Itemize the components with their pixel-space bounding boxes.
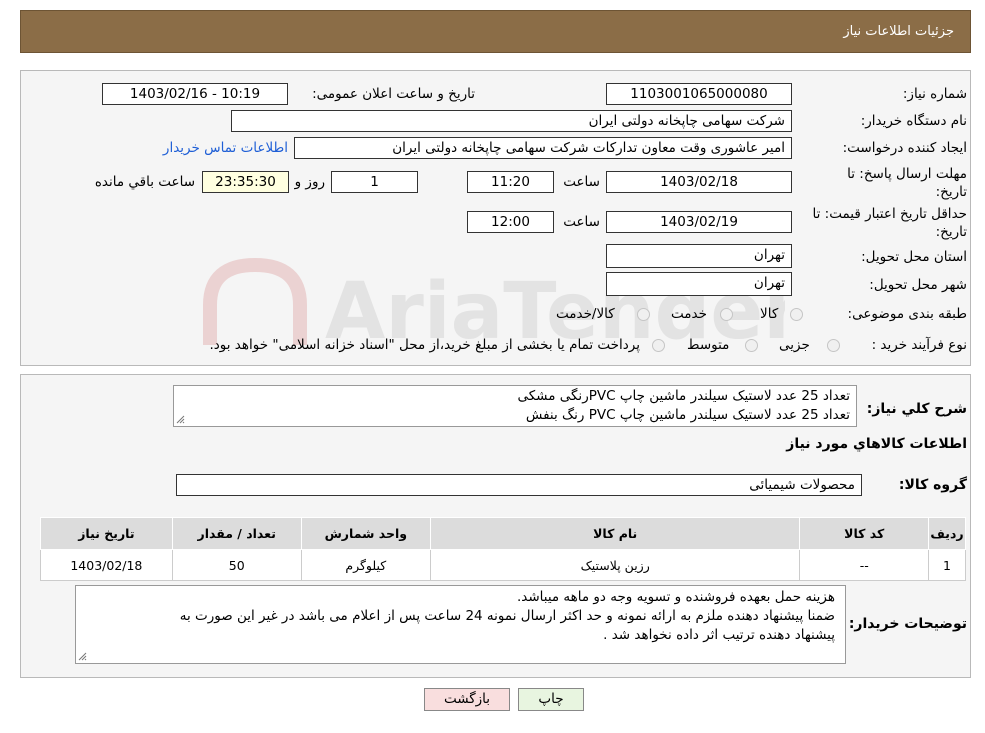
col-header-code: کد کالا [799,517,930,550]
buyer-notes-textarea[interactable]: هزینه حمل بعهده فروشنده و تسویه وجه دو م… [75,585,846,664]
price-validity-time-label: ساعت [563,214,600,230]
price-validity-date-field: 1403/02/19 [606,211,792,233]
purchase-radio-medium[interactable] [745,339,758,352]
reply-time-label: ساعت [563,174,600,190]
back-button[interactable]: بازگشت [424,688,510,711]
city-field: تهران [606,272,792,296]
price-validity-time-field: 12:00 [467,211,554,233]
category-option-service: خدمت [671,306,707,322]
page-title: جزئیات اطلاعات نیاز [843,24,954,39]
announce-date-field: 1403/02/16 - 10:19 [102,83,288,105]
summary-label: شرح کلي نياز: [866,401,967,417]
buyer-notes-line: ضمنا پیشنهاد دهنده ملزم به ارائه نمونه و… [179,608,835,624]
province-field: تهران [606,244,792,268]
price-validity-label-2: تاریخ: [935,224,967,240]
requester-label: ایجاد کننده درخواست: [842,140,967,156]
treasury-checkbox[interactable] [652,339,665,352]
col-header-unit: واحد شمارش [300,517,431,550]
buyer-notes-label: توضیحات خریدار: [848,616,967,632]
summary-line: تعداد 25 عدد لاستیک سیلندر ماشین چاپ PVC… [525,407,850,423]
cell-code: -- [799,549,930,581]
cell-quantity: 50 [171,549,302,581]
category-radio-service[interactable] [720,308,733,321]
days-label: روز و [294,174,325,190]
col-header-name: نام کالا [429,517,801,550]
reply-date-field: 1403/02/18 [606,171,792,193]
category-option-goods: کالا [760,306,779,322]
purchase-radio-minor[interactable] [827,339,840,352]
announce-date-label: تاریخ و ساعت اعلان عمومی: [312,86,475,102]
need-number-field: 1103001065000080 [606,83,792,105]
cell-name: رزین پلاستیک [429,549,801,581]
resize-grip-icon[interactable] [176,415,185,424]
purchase-option-medium: متوسط [687,337,730,353]
remaining-time-label: ساعت باقي مانده [94,174,195,190]
buyer-notes-line: هزینه حمل بعهده فروشنده و تسویه وجه دو م… [516,589,835,605]
goods-table: رديف کد کالا نام کالا واحد شمارش تعداد /… [40,517,966,581]
resize-grip-icon[interactable] [78,652,87,661]
category-label: طبقه بندی موضوعی: [847,306,967,322]
summary-line: تعداد 25 عدد لاستیک سیلندر ماشین چاپ PVC… [517,388,850,404]
purchase-option-minor: جزیی [779,337,810,353]
province-label: استان محل تحویل: [861,249,967,265]
reply-deadline-label-2: تاریخ: [935,184,967,200]
purchase-type-label: نوع فرآیند خرید : [871,337,967,353]
reply-time-field: 11:20 [467,171,554,193]
goods-info-title: اطلاعات کالاهاي مورد نياز [786,436,967,452]
cell-row-number: 1 [928,549,966,581]
col-header-row-number: رديف [928,517,966,550]
remaining-time-field: 23:35:30 [202,171,289,193]
col-header-quantity: تعداد / مقدار [171,517,302,550]
goods-group-field: محصولات شیمیائی [176,474,862,496]
price-validity-label: حداقل تاریخ اعتبار قیمت: تا [812,206,967,222]
print-button[interactable]: چاپ [518,688,584,711]
reply-deadline-label: مهلت ارسال پاسخ: تا [847,166,967,182]
goods-group-label: گروه کالا: [898,477,967,493]
need-number-label: شماره نیاز: [902,86,967,102]
col-header-need-date: تاریخ نیاز [40,517,173,550]
city-label: شهر محل تحویل: [869,277,967,293]
buyer-notes-line: پیشنهاد دهنده ترتیب اثر داده نخواهد شد . [603,627,835,643]
days-field: 1 [331,171,418,193]
summary-textarea[interactable]: تعداد 25 عدد لاستیک سیلندر ماشین چاپ PVC… [173,385,857,427]
table-row: 1 -- رزین پلاستیک کیلوگرم 50 1403/02/18 [40,549,966,581]
buyer-contact-link[interactable]: اطلاعات تماس خریدار [163,140,288,156]
buyer-org-label: نام دستگاه خریدار: [860,113,967,129]
purchase-payment-note: پرداخت تمام یا بخشی از مبلغ خرید،از محل … [209,337,640,353]
cell-need-date: 1403/02/18 [40,549,173,581]
requester-field: امیر عاشوری وقت معاون تدارکات شرکت سهامی… [294,137,792,159]
category-radio-goods[interactable] [790,308,803,321]
category-radio-goods-service[interactable] [637,308,650,321]
buyer-org-field: شرکت سهامی چاپخانه دولتی ایران [231,110,792,132]
cell-unit: کیلوگرم [300,549,431,581]
category-option-goods-service: کالا/خدمت [556,306,615,322]
page-header: جزئیات اطلاعات نیاز [20,10,971,53]
table-header-row: رديف کد کالا نام کالا واحد شمارش تعداد /… [40,517,966,550]
